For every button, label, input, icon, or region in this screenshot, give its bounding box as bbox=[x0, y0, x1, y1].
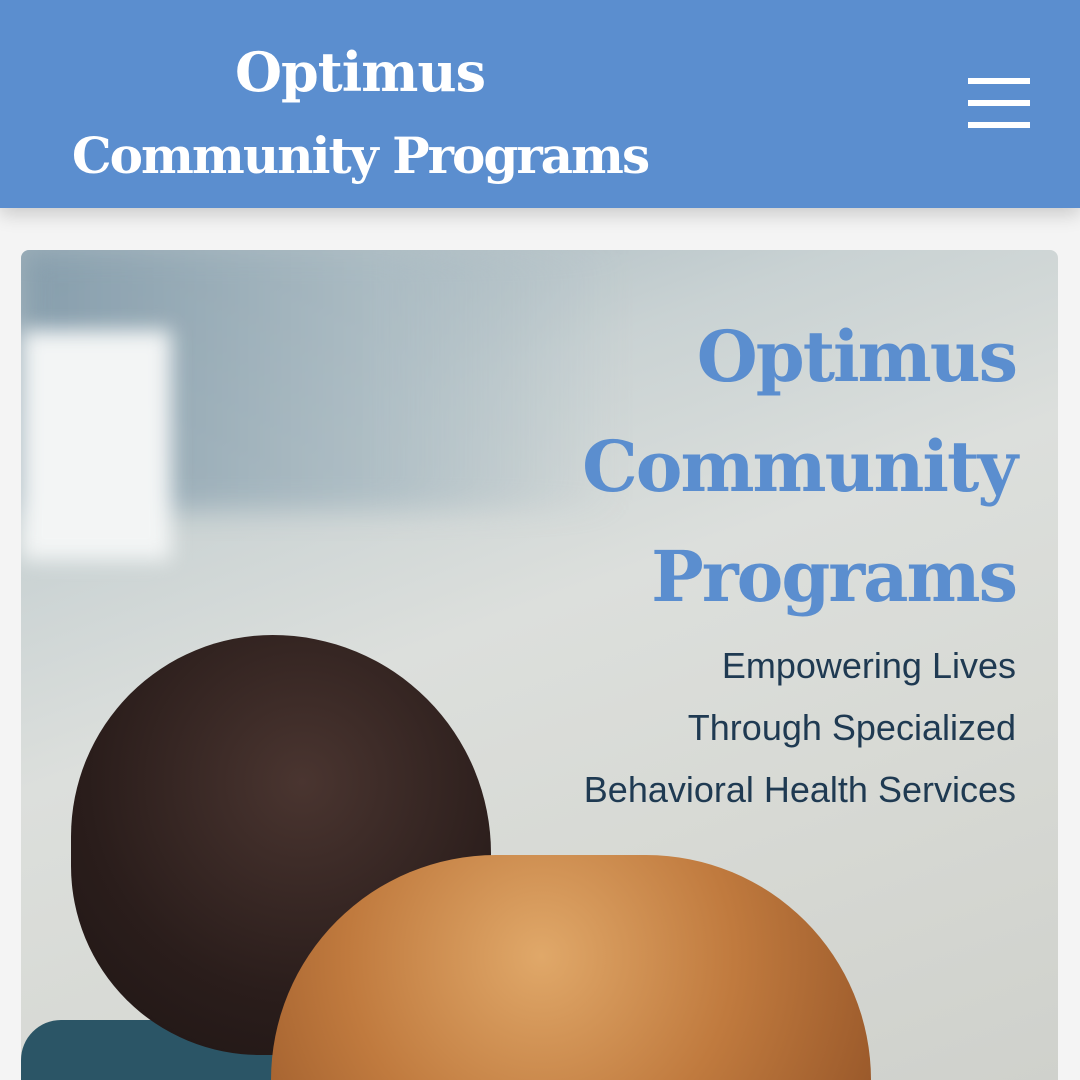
hero-subtitle-line: Empowering Lives bbox=[721, 645, 1016, 686]
site-logo[interactable]: Optimus Community Programs bbox=[30, 30, 690, 198]
menu-bar bbox=[968, 100, 1030, 106]
hamburger-menu-icon[interactable] bbox=[962, 70, 1036, 140]
hero-title-line: Community bbox=[582, 425, 1018, 508]
hero-subtitle-line: Through Specialized bbox=[687, 707, 1016, 748]
hero-title: Optimus Community Programs bbox=[582, 302, 1018, 632]
hero-title-line: Programs bbox=[651, 535, 1018, 618]
menu-bar bbox=[968, 122, 1030, 128]
page: Optimus Community Programs Optimus Commu… bbox=[0, 0, 1080, 1080]
menu-bar bbox=[968, 78, 1030, 84]
background-window-light bbox=[21, 330, 171, 560]
hero-subtitle-line: Behavioral Health Services bbox=[583, 769, 1016, 810]
brand-line-2: Community Programs bbox=[71, 126, 650, 185]
hero-title-line: Optimus bbox=[696, 315, 1018, 398]
site-header: Optimus Community Programs bbox=[0, 0, 1080, 208]
hero-subtitle: Empowering Lives Through Specialized Beh… bbox=[584, 635, 1016, 821]
brand-line-1: Optimus bbox=[234, 40, 486, 104]
hero-banner: Optimus Community Programs Empowering Li… bbox=[21, 250, 1058, 1080]
